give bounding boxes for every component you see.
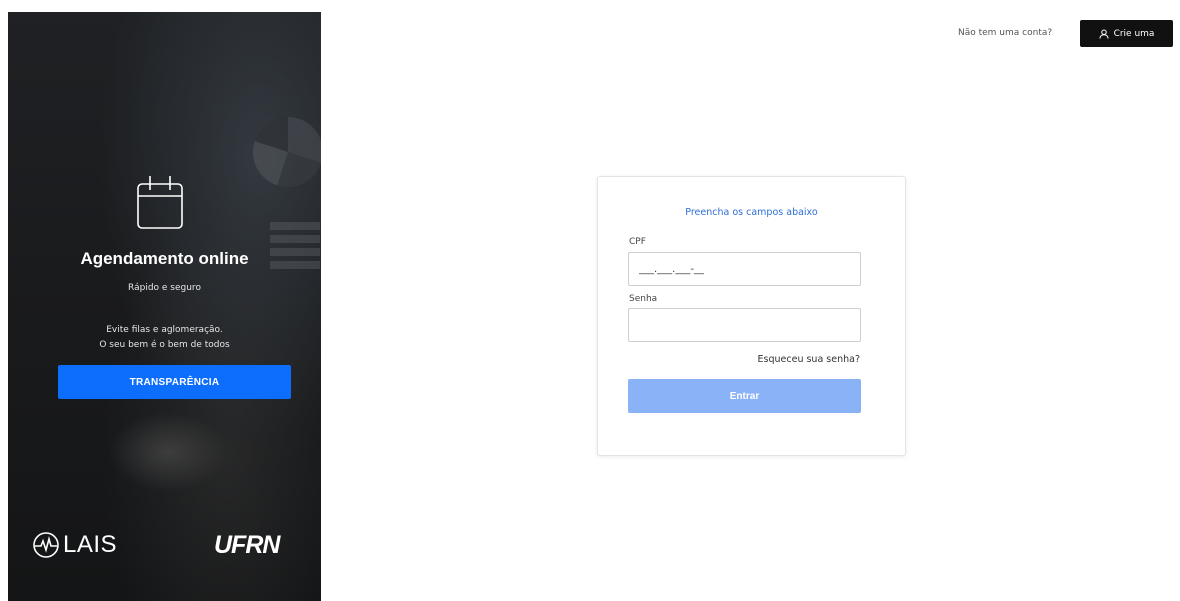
hero-title: Agendamento online <box>80 249 249 268</box>
hero-subtitle: Rápido e seguro <box>128 283 201 293</box>
signup-button[interactable]: Crie uma <box>1080 20 1173 47</box>
hero-description: Evite filas e aglomeração. O seu bem é o… <box>8 323 321 353</box>
no-account-text: Não tem uma conta? <box>958 28 1053 38</box>
background-photo-decoration <box>108 412 228 492</box>
signup-label: Crie uma <box>1113 28 1155 39</box>
login-card: Preencha os campos abaixo CPF Senha Esqu… <box>597 176 906 456</box>
hero-description-line-1: Evite filas e aglomeração. <box>106 325 223 335</box>
forgot-password-link[interactable]: Esqueceu sua senha? <box>758 354 860 365</box>
hero-description-line-2: O seu bem é o bem de todos <box>99 340 230 350</box>
login-submit-button[interactable]: Entrar <box>628 379 861 413</box>
background-chart-decoration <box>253 117 321 187</box>
password-label: Senha <box>629 294 658 304</box>
lais-heartbeat-icon <box>33 532 59 558</box>
calendar-icon <box>136 170 184 230</box>
ufrn-logo: UFRN <box>214 530 280 560</box>
ufrn-logo-text: UFRN <box>214 530 280 559</box>
hero-panel: Agendamento online Rápido e seguro Evite… <box>8 12 321 601</box>
cpf-label: CPF <box>629 237 646 247</box>
password-input[interactable] <box>628 308 861 342</box>
user-icon <box>1099 29 1109 39</box>
login-heading: Preencha os campos abaixo <box>685 207 818 218</box>
lais-logo: LAIS <box>31 530 117 560</box>
cpf-input[interactable] <box>628 252 861 286</box>
transparency-button[interactable]: TRANSPARÊNCIA <box>58 365 291 399</box>
lais-logo-text: LAIS <box>63 531 118 558</box>
